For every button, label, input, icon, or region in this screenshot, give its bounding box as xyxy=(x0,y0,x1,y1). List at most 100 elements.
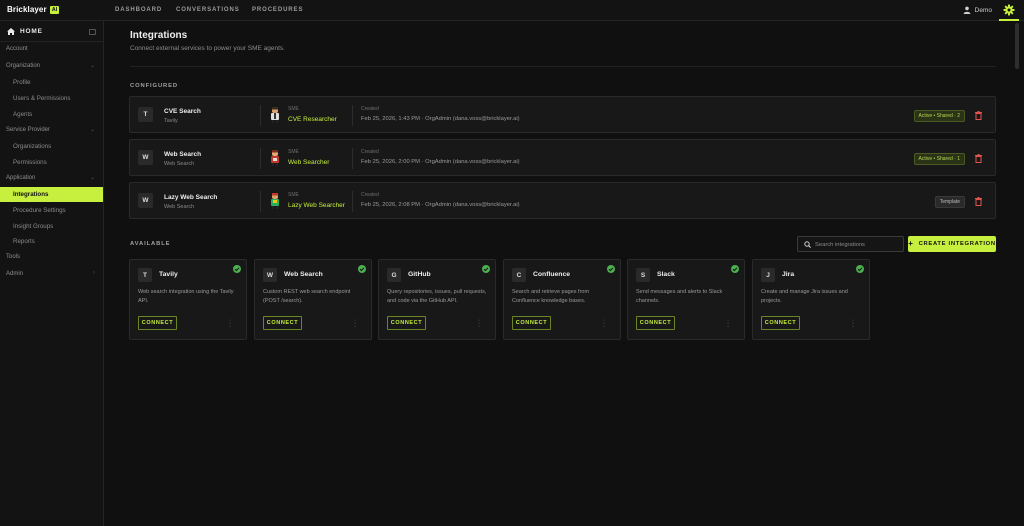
configured-integration-row[interactable]: W Lazy Web Search Web Search SME Lazy We… xyxy=(129,182,996,219)
scrollbar-thumb[interactable] xyxy=(1015,23,1019,69)
sidebar-item-reports[interactable]: Reports xyxy=(13,238,35,245)
tab-procedures[interactable]: PROCEDURES xyxy=(252,7,303,13)
integration-initial: S xyxy=(636,268,650,282)
integration-name: Jira xyxy=(782,271,795,278)
integration-provider: Web Search xyxy=(164,161,195,167)
connect-button[interactable]: CONNECT xyxy=(761,316,800,330)
sidebar-section-admin[interactable]: Admin xyxy=(6,271,23,277)
chevron-down-icon[interactable]: ⌄ xyxy=(90,62,95,69)
check-circle-icon xyxy=(482,265,490,273)
trash-icon[interactable] xyxy=(975,197,982,206)
integration-initial: W xyxy=(138,193,153,208)
integration-description: Search and retrieve pages from Confluenc… xyxy=(512,289,590,304)
integration-card-confluence: C Confluence Search and retrieve pages f… xyxy=(503,259,621,340)
sme-avatar-icon xyxy=(271,107,279,123)
connect-button[interactable]: CONNECT xyxy=(636,316,675,330)
more-options-icon[interactable]: · · · xyxy=(477,317,481,330)
user-name: Demo xyxy=(974,6,992,14)
integration-initial: J xyxy=(761,268,775,282)
user-menu[interactable]: Demo xyxy=(963,6,992,14)
search-input[interactable] xyxy=(815,239,900,250)
integration-card-tavily: T Tavily Web search integration using th… xyxy=(129,259,247,340)
configured-integration-row[interactable]: W Web Search Web Search SME Web Searcher… xyxy=(129,139,996,176)
sidebar-section-account[interactable]: Account xyxy=(6,46,28,52)
chevron-right-icon[interactable]: › xyxy=(93,270,95,276)
trash-icon[interactable] xyxy=(975,154,982,163)
page-title: Integrations xyxy=(130,30,188,41)
sidebar-item-procedure-settings[interactable]: Procedure Settings xyxy=(13,207,66,214)
integration-initial: T xyxy=(138,107,153,122)
search-box[interactable] xyxy=(797,236,904,252)
sidebar-item-agents[interactable]: Agents xyxy=(13,111,32,118)
more-options-icon[interactable]: · · · xyxy=(353,317,357,330)
sme-label: SME xyxy=(288,192,299,198)
integration-description: Query repositories, issues, pull request… xyxy=(387,289,487,304)
check-circle-icon xyxy=(607,265,615,273)
more-options-icon[interactable]: · · · xyxy=(602,317,606,330)
brand-badge: AI xyxy=(49,5,60,14)
brand-logo[interactable]: Bricklayer AI xyxy=(7,5,60,14)
sidebar-item-users-permissions[interactable]: Users & Permissions xyxy=(13,95,70,102)
sidebar-collapse-icon[interactable] xyxy=(89,29,96,35)
connect-button[interactable]: CONNECT xyxy=(138,316,177,330)
divider xyxy=(260,191,261,212)
divider xyxy=(352,191,353,212)
sme-label: SME xyxy=(288,106,299,112)
main-content: Integrations Connect external services t… xyxy=(104,21,1004,526)
divider xyxy=(260,105,261,126)
integration-description: Web search integration using the Tavily … xyxy=(138,289,234,304)
created-value: Feb 25, 2026, 2:00 PM · OrgAdmin (dana.v… xyxy=(361,159,520,165)
sidebar-item-integrations[interactable]: Integrations xyxy=(0,187,103,202)
more-options-icon[interactable]: · · · xyxy=(726,317,730,330)
sidebar-item-profile[interactable]: Profile xyxy=(13,79,31,86)
sidebar-section-organization[interactable]: Organization xyxy=(6,63,40,69)
integration-initial: T xyxy=(138,268,152,282)
integration-initial: C xyxy=(512,268,526,282)
connect-button[interactable]: CONNECT xyxy=(263,316,302,330)
sidebar-section-service-provider[interactable]: Service Provider xyxy=(6,127,50,133)
integration-name: Tavily xyxy=(159,271,178,278)
more-options-icon[interactable]: · · · xyxy=(228,317,232,330)
top-bar: Bricklayer AI DASHBOARD CONVERSATIONS PR… xyxy=(0,0,1024,21)
created-value: Feb 25, 2026, 1:43 PM · OrgAdmin (dana.v… xyxy=(361,116,520,122)
connect-button[interactable]: CONNECT xyxy=(512,316,551,330)
sidebar-item-label: Integrations xyxy=(13,191,49,198)
divider xyxy=(352,148,353,169)
user-icon xyxy=(963,6,971,14)
chevron-down-icon[interactable]: ⌄ xyxy=(90,174,95,181)
sme-link[interactable]: Web Searcher xyxy=(288,159,329,166)
connect-button[interactable]: CONNECT xyxy=(387,316,426,330)
available-section-label: AVAILABLE xyxy=(130,241,171,247)
sme-link[interactable]: Lazy Web Searcher xyxy=(288,202,345,209)
search-icon xyxy=(804,241,811,248)
integration-name: Web Search xyxy=(164,151,202,158)
sidebar-home[interactable]: HOME xyxy=(7,28,43,35)
sidebar-section-application[interactable]: Application xyxy=(6,175,35,181)
page-subtitle: Connect external services to power your … xyxy=(130,45,285,52)
trash-icon[interactable] xyxy=(975,111,982,120)
integration-description: Custom REST web search endpoint (POST /s… xyxy=(263,289,351,304)
integration-initial: G xyxy=(387,268,401,282)
tab-dashboard[interactable]: DASHBOARD xyxy=(115,7,162,13)
integration-name: Confluence xyxy=(533,271,571,278)
status-badge: Active • Shared · 1 xyxy=(913,153,965,165)
configured-integration-row[interactable]: T CVE Search Tavily SME CVE Researcher C… xyxy=(129,96,996,133)
sme-link[interactable]: CVE Researcher xyxy=(288,116,337,123)
sidebar-item-permissions[interactable]: Permissions xyxy=(13,159,47,166)
integration-name: Web Search xyxy=(284,271,323,278)
sidebar-item-organizations[interactable]: Organizations xyxy=(13,143,51,150)
scrollbar-track[interactable] xyxy=(1004,21,1024,526)
check-circle-icon xyxy=(731,265,739,273)
divider xyxy=(352,105,353,126)
gear-icon[interactable] xyxy=(1003,4,1015,16)
more-options-icon[interactable]: · · · xyxy=(851,317,855,330)
sidebar-item-insight-groups[interactable]: Insight Groups xyxy=(13,223,53,230)
created-label: Created xyxy=(361,149,379,155)
integration-card-jira: J Jira Create and manage Jira issues and… xyxy=(752,259,870,340)
sidebar-section-tools[interactable]: Tools xyxy=(6,254,20,260)
create-integration-button[interactable]: + CREATE INTEGRATION xyxy=(908,236,996,252)
sme-avatar-icon xyxy=(271,150,279,166)
integration-description: Send messages and alerts to Slack channe… xyxy=(636,289,723,304)
chevron-down-icon[interactable]: ⌄ xyxy=(90,126,95,133)
tab-conversations[interactable]: CONVERSATIONS xyxy=(176,7,240,13)
